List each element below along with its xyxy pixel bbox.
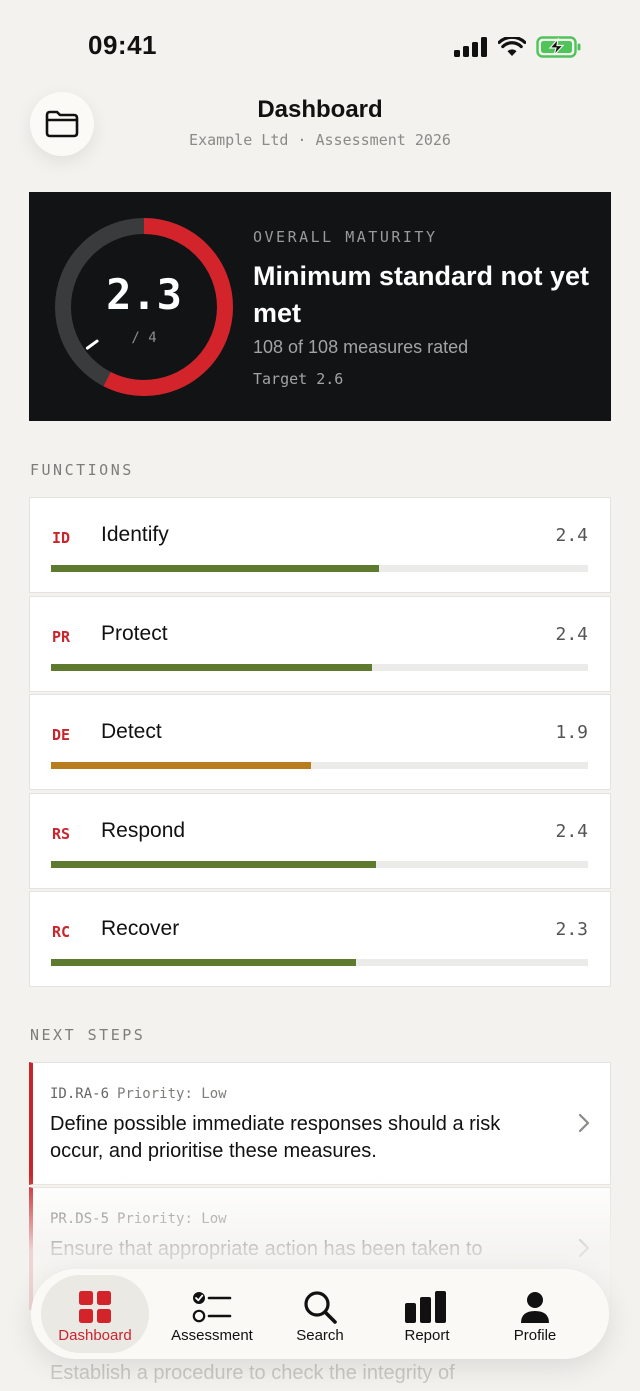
function-progress-track: [51, 762, 588, 769]
function-score: 2.4: [555, 624, 588, 645]
function-code: ID: [52, 529, 71, 547]
next-step-priority: Priority: Low: [117, 1086, 227, 1102]
maturity-label: OVERALL MATURITY: [253, 228, 438, 246]
function-progress-fill: [51, 565, 379, 572]
function-card-respond[interactable]: RS Respond 2.4: [29, 793, 611, 889]
next-steps-section-label: NEXT STEPS: [30, 1026, 146, 1044]
function-code: DE: [52, 726, 71, 744]
function-progress-track: [51, 565, 588, 572]
function-card-recover[interactable]: RC Recover 2.3: [29, 891, 611, 987]
overall-maturity-card[interactable]: 2.3 / 4 OVERALL MATURITY Minimum standar…: [29, 192, 611, 421]
next-step-text: Ensure that appropriate action has been …: [50, 1238, 483, 1260]
function-score: 2.3: [555, 919, 588, 940]
functions-section-label: FUNCTIONS: [30, 461, 134, 479]
tab-label: Assessment: [171, 1327, 253, 1344]
next-step-text-partial: Establish a procedure to check the integ…: [50, 1362, 455, 1384]
function-progress-fill: [51, 959, 357, 966]
function-card-protect[interactable]: PR Protect 2.4: [29, 596, 611, 692]
function-name: Detect: [101, 720, 162, 743]
function-progress-fill: [51, 664, 372, 671]
measures-rated-text: 108 of 108 measures rated: [253, 337, 469, 357]
function-card-identify[interactable]: ID Identify 2.4: [29, 497, 611, 593]
status-bar: 09:41: [0, 0, 640, 90]
function-name: Protect: [101, 622, 168, 645]
next-step-meta: PR.DS-5 Priority: Low: [50, 1211, 227, 1227]
chevron-right-icon: [578, 1238, 590, 1258]
maturity-score-max: / 4: [131, 330, 157, 346]
person-icon: [521, 1292, 549, 1323]
function-progress-fill: [51, 762, 312, 769]
battery-charging-icon: [536, 36, 581, 58]
next-step-card[interactable]: ID.RA-6 Priority: Low Define possible imm…: [29, 1062, 611, 1185]
tab-assessment[interactable]: Assessment: [158, 1275, 266, 1353]
status-icons: [454, 36, 582, 58]
function-progress-track: [51, 861, 588, 868]
function-card-detect[interactable]: DE Detect 1.9: [29, 694, 611, 790]
function-progress-track: [51, 664, 588, 671]
status-time: 09:41: [88, 30, 157, 60]
search-icon: [304, 1291, 337, 1324]
maturity-target-text: Target 2.6: [253, 370, 344, 388]
checklist-icon: [192, 1292, 232, 1323]
tab-label: Profile: [513, 1327, 557, 1344]
function-score: 1.9: [555, 722, 588, 743]
tab-label: Dashboard: [58, 1327, 132, 1344]
next-step-meta: ID.RA-6 Priority: Low: [50, 1086, 227, 1102]
wifi-icon: [498, 37, 526, 56]
tab-label: Report: [404, 1327, 450, 1344]
tab-dashboard[interactable]: Dashboard: [41, 1275, 149, 1353]
page-subtitle: Example Ltd · Assessment 2026: [189, 131, 451, 149]
function-code: PR: [52, 628, 71, 646]
function-name: Recover: [101, 917, 180, 940]
tab-label: Search: [296, 1327, 344, 1344]
tab-report[interactable]: Report: [373, 1275, 481, 1353]
tab-profile[interactable]: Profile: [481, 1275, 589, 1353]
next-step-text: Define possible immediate responses shou…: [50, 1113, 501, 1162]
tab-bar: Dashboard Assessment Search Report Profi…: [31, 1269, 609, 1359]
function-name: Identify: [101, 523, 169, 546]
bar-chart-icon: [405, 1291, 446, 1323]
page-title: Dashboard: [257, 96, 383, 123]
function-code: RC: [52, 923, 71, 941]
tab-search[interactable]: Search: [266, 1275, 374, 1353]
maturity-headline: Minimum standard not yet met: [253, 261, 590, 328]
next-step-code: PR.DS-5: [50, 1211, 110, 1227]
next-step-code: ID.RA-6: [50, 1086, 110, 1102]
function-name: Respond: [101, 819, 186, 842]
function-progress-fill: [51, 861, 376, 868]
grid-icon: [79, 1291, 111, 1323]
function-progress-track: [51, 959, 588, 966]
chevron-right-icon: [578, 1113, 590, 1133]
next-step-priority: Priority: Low: [117, 1211, 227, 1227]
signal-icon: [454, 37, 487, 57]
function-code: RS: [52, 825, 71, 843]
maturity-score: 2.3: [106, 270, 182, 319]
function-score: 2.4: [555, 525, 588, 546]
function-score: 2.4: [555, 821, 588, 842]
